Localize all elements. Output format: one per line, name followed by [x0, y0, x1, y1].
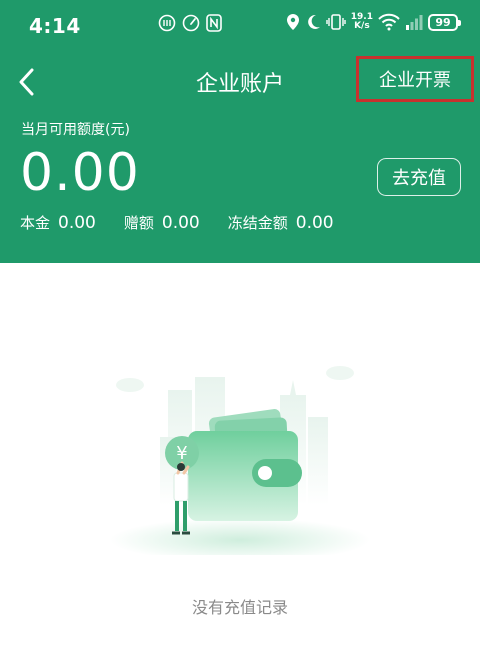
bonus-balance: 赠额 0.00 — [124, 212, 200, 233]
balance-summary: 本金 0.00 赠额 0.00 冻结金额 0.00 — [20, 212, 362, 233]
principal-label: 本金 — [20, 214, 51, 232]
empty-state-message: 没有充值记录 — [191, 598, 288, 617]
frozen-balance: 冻结金额 0.00 — [228, 212, 334, 233]
chevron-left-icon — [19, 68, 34, 96]
frozen-value: 0.00 — [295, 213, 334, 233]
enterprise-invoice-button[interactable]: 企业开票 — [356, 56, 474, 102]
status-bar: 4:14 19.1 K/s 99 — [0, 0, 480, 52]
currency-symbol: ¥ — [176, 443, 187, 464]
back-button[interactable] — [4, 62, 48, 102]
data-usage-icon — [158, 14, 176, 32]
monthly-limit-amount: 0.00 — [20, 143, 140, 203]
vibrate-icon — [326, 14, 346, 30]
enterprise-invoice-label: 企业开票 — [379, 70, 451, 91]
empty-wallet-illustration: ¥ — [110, 366, 370, 555]
enterprise-account-screen: 4:14 19.1 K/s 99 企业账户 企业开票 当月可用额度(元) 0.0… — [0, 0, 480, 645]
status-notification-icons — [158, 14, 222, 32]
recharge-button[interactable]: 去充值 — [377, 158, 461, 196]
network-speed: 19.1 K/s — [351, 13, 373, 31]
bonus-label: 赠额 — [123, 214, 154, 232]
bonus-value: 0.00 — [161, 213, 200, 233]
principal-value: 0.00 — [58, 213, 96, 233]
principal-balance: 本金 0.00 — [20, 212, 96, 233]
cellular-signal-icon — [406, 15, 423, 30]
wifi-icon — [378, 13, 400, 31]
frozen-label: 冻结金额 — [227, 214, 288, 232]
moon-icon — [307, 14, 320, 29]
monthly-limit-label: 当月可用额度(元) — [21, 122, 130, 138]
account-header: 4:14 19.1 K/s 99 企业账户 企业开票 当月可用额度(元) 0.0… — [0, 0, 480, 263]
network-speed-unit: K/s — [354, 21, 370, 31]
speedometer-icon — [182, 14, 200, 32]
status-time: 4:14 — [29, 14, 81, 38]
status-system-icons: 19.1 K/s 99 — [286, 13, 461, 31]
battery-icon: 99 — [428, 13, 461, 31]
recharge-label: 去充值 — [392, 168, 446, 189]
nfc-icon — [206, 14, 222, 32]
location-icon — [286, 14, 299, 30]
